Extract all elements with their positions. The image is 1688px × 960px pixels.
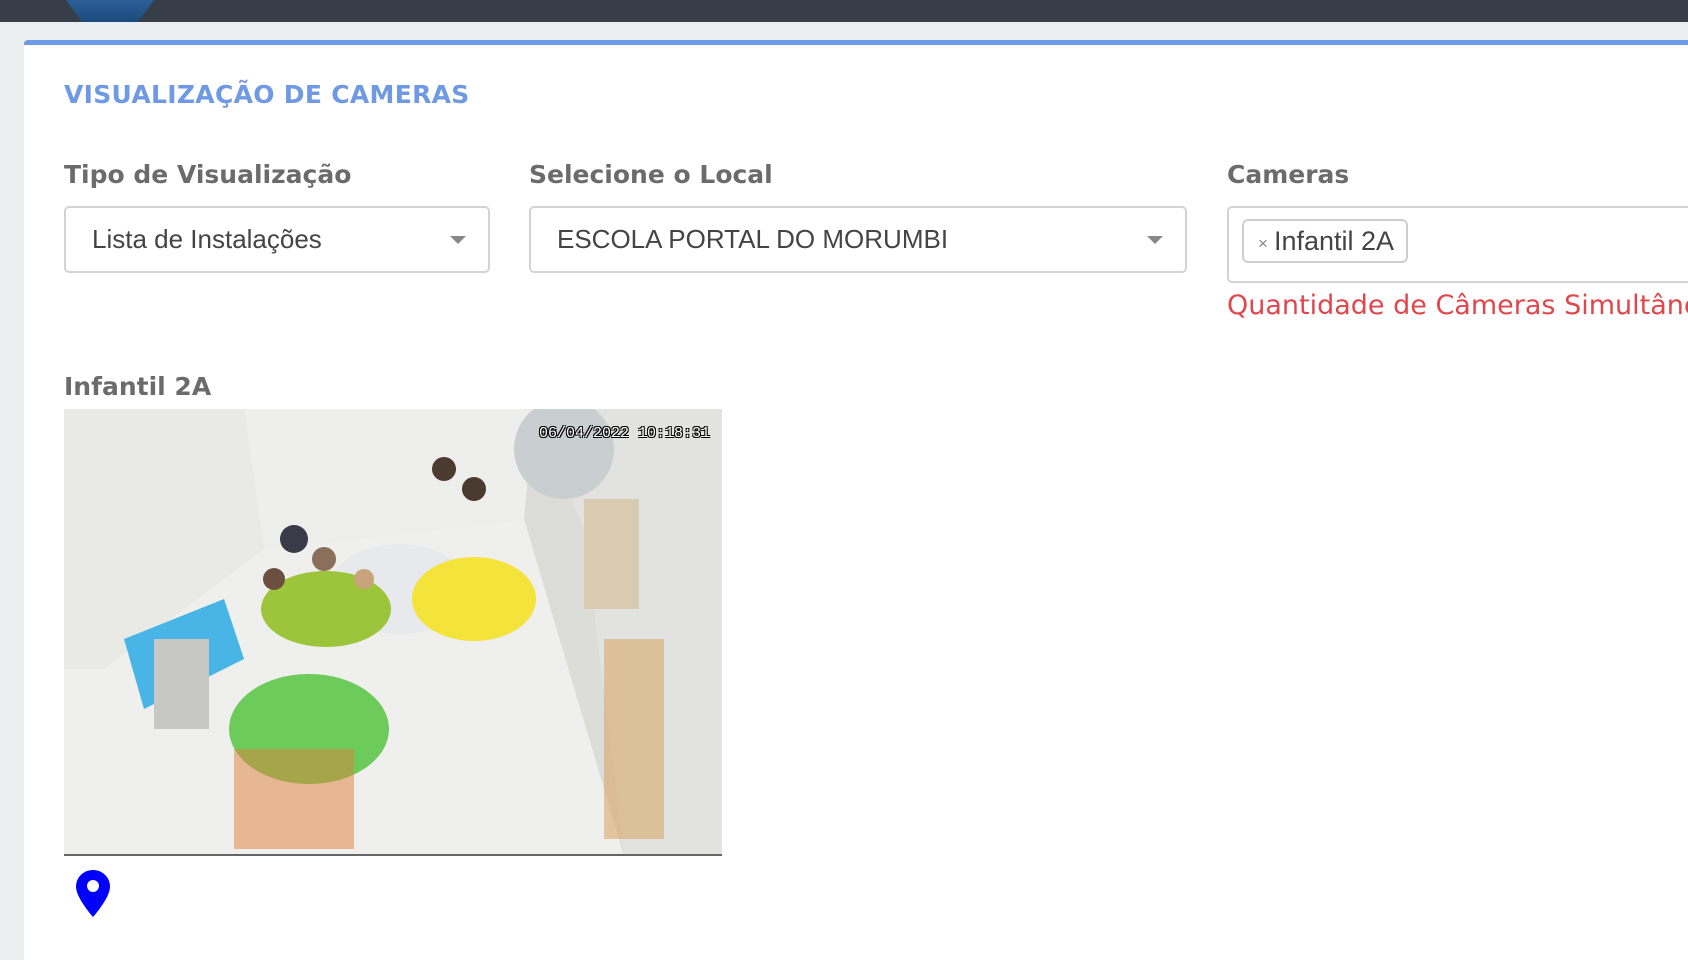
view-type-value: Lista de Instalações <box>92 224 322 254</box>
camera-image <box>64 409 722 854</box>
camera-tag-label: Infantil 2A <box>1273 225 1395 256</box>
chevron-down-icon <box>450 236 466 244</box>
camera-tag: × Infantil 2A <box>1242 219 1409 263</box>
top-navbar <box>0 0 1688 22</box>
cameras-multiselect[interactable]: × Infantil 2A <box>1227 206 1688 283</box>
remove-tag-icon[interactable]: × <box>1258 234 1268 254</box>
camera-limit-warning: Quantidade de Câmeras Simultâneas <box>1227 290 1688 321</box>
location-value: ESCOLA PORTAL DO MORUMBI <box>557 224 949 254</box>
location-label: Selecione o Local <box>529 160 773 189</box>
location-select[interactable]: ESCOLA PORTAL DO MORUMBI <box>529 206 1187 273</box>
map-pin-icon[interactable] <box>76 870 110 922</box>
camera-timestamp: 06/04/2022 10:18:31 <box>538 425 710 442</box>
logo[interactable] <box>66 0 154 22</box>
chevron-down-icon <box>1147 236 1163 244</box>
camera-feed[interactable]: 06/04/2022 10:18:31 <box>64 409 722 856</box>
camera-feed-title: Infantil 2A <box>64 372 212 401</box>
page-title: VISUALIZAÇÃO DE CAMERAS <box>64 80 470 109</box>
cameras-label: Cameras <box>1227 160 1350 189</box>
view-type-select[interactable]: Lista de Instalações <box>64 206 490 273</box>
view-type-label: Tipo de Visualização <box>64 160 352 189</box>
